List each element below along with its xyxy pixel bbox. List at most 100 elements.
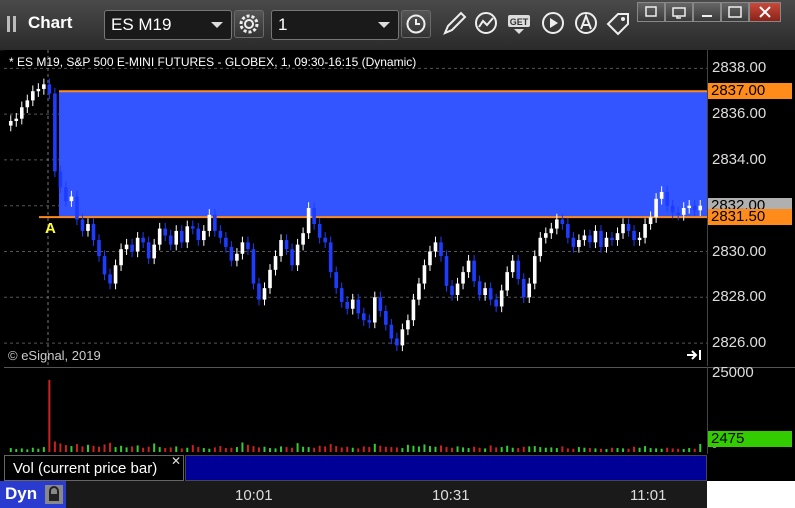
symbol-input[interactable]: ES M19 <box>104 10 232 40</box>
candle-body <box>538 237 543 257</box>
price-chart: A <box>4 50 707 366</box>
candle-body <box>273 256 278 270</box>
corner-filler <box>707 481 795 508</box>
volume-bar <box>318 445 321 452</box>
volume-bar <box>622 448 625 452</box>
candle-body <box>213 214 217 231</box>
candle-body <box>69 196 74 202</box>
candle-body <box>499 290 504 307</box>
settings-button[interactable] <box>234 10 264 38</box>
candle-body <box>361 313 366 321</box>
candle-body <box>350 299 355 309</box>
candle-body <box>279 240 283 257</box>
settings-gear-icon <box>239 14 259 34</box>
close-icon <box>759 6 771 18</box>
candle-body <box>246 242 250 250</box>
candle-body <box>108 274 112 284</box>
get-data-button[interactable]: GET <box>505 10 535 38</box>
candle-body <box>8 120 13 126</box>
candle-body <box>251 249 256 284</box>
candle-body <box>494 299 498 307</box>
volume-bar <box>136 445 139 452</box>
minimize-button[interactable] <box>693 2 721 22</box>
minimize-icon <box>702 15 712 17</box>
close-button[interactable] <box>749 2 781 22</box>
close-study-icon[interactable]: ✕ <box>171 454 181 468</box>
replay-button[interactable] <box>539 10 569 38</box>
time-template-button[interactable] <box>401 10 431 38</box>
candle-body <box>91 224 96 241</box>
chevron-down-icon[interactable] <box>378 22 390 28</box>
candle-body <box>400 329 405 346</box>
candle-body <box>450 285 454 296</box>
volume-bar <box>666 447 669 452</box>
candle-body <box>670 205 675 213</box>
volume-bar <box>533 446 536 452</box>
price-axis-label: 2838.00 <box>712 59 767 77</box>
volume-bar <box>484 448 487 452</box>
candle-body <box>577 240 581 247</box>
candle-body <box>124 244 129 250</box>
volume-bar <box>495 447 498 452</box>
volume-bar <box>219 446 222 452</box>
candle-body <box>621 224 625 234</box>
alert-button[interactable] <box>572 10 602 38</box>
volume-bar <box>599 448 602 452</box>
candle-body <box>119 249 123 266</box>
volume-bar <box>417 446 420 452</box>
candle-body <box>433 242 438 252</box>
lock-icon[interactable] <box>44 484 64 505</box>
maximize-icon <box>728 6 742 18</box>
candle-body <box>290 249 294 266</box>
interval-input[interactable]: 1 <box>271 10 399 40</box>
candle-body <box>135 237 140 252</box>
candle-body <box>268 269 272 289</box>
volume-bar <box>550 447 553 452</box>
time-axis[interactable] <box>0 481 795 508</box>
grip-icon[interactable] <box>6 14 20 34</box>
jump-to-latest-icon[interactable] <box>686 348 704 362</box>
volume-bar <box>191 445 194 452</box>
maximize-button[interactable] <box>721 2 749 22</box>
volume-bar <box>329 444 332 452</box>
tag-button[interactable] <box>604 10 634 38</box>
volume-pane[interactable] <box>4 367 707 454</box>
candle-body <box>47 84 52 94</box>
dynamic-mode-label: Dyn <box>5 484 38 503</box>
volume-bar <box>153 443 156 452</box>
candle-body <box>42 84 46 89</box>
dynamic-mode-button[interactable]: Dyn <box>0 481 66 508</box>
candle-body <box>301 233 305 245</box>
candle-body <box>527 283 532 298</box>
study-button[interactable] <box>472 10 502 38</box>
pin-button[interactable] <box>637 2 665 22</box>
candle-body <box>422 265 427 284</box>
price-chart-area[interactable]: A <box>4 50 707 366</box>
candle-body <box>477 281 482 296</box>
candle-body <box>610 237 614 241</box>
candle-body <box>157 228 162 245</box>
volume-bar <box>384 446 387 452</box>
restore-button[interactable] <box>665 2 693 22</box>
volume-bar <box>500 447 503 452</box>
chevron-down-icon[interactable] <box>211 22 223 28</box>
candle-body <box>306 208 311 234</box>
volume-chart <box>9 379 702 452</box>
candle-body <box>549 228 554 234</box>
study-label[interactable]: Vol (current price bar) <box>4 455 184 481</box>
candle-body <box>588 235 592 243</box>
volume-bar <box>147 446 150 452</box>
volume-bar <box>224 448 227 452</box>
candle-body <box>466 260 471 273</box>
volume-bar <box>478 447 481 452</box>
volume-bar <box>357 448 360 452</box>
volume-bar <box>539 447 542 452</box>
candle-body <box>521 278 526 298</box>
volume-bar <box>456 446 459 452</box>
draw-tool-button[interactable] <box>440 10 470 38</box>
candle-body <box>339 288 344 302</box>
volume-bar <box>627 448 630 452</box>
volume-bar <box>544 447 547 452</box>
volume-bar <box>379 445 382 452</box>
volume-bar <box>280 446 283 452</box>
